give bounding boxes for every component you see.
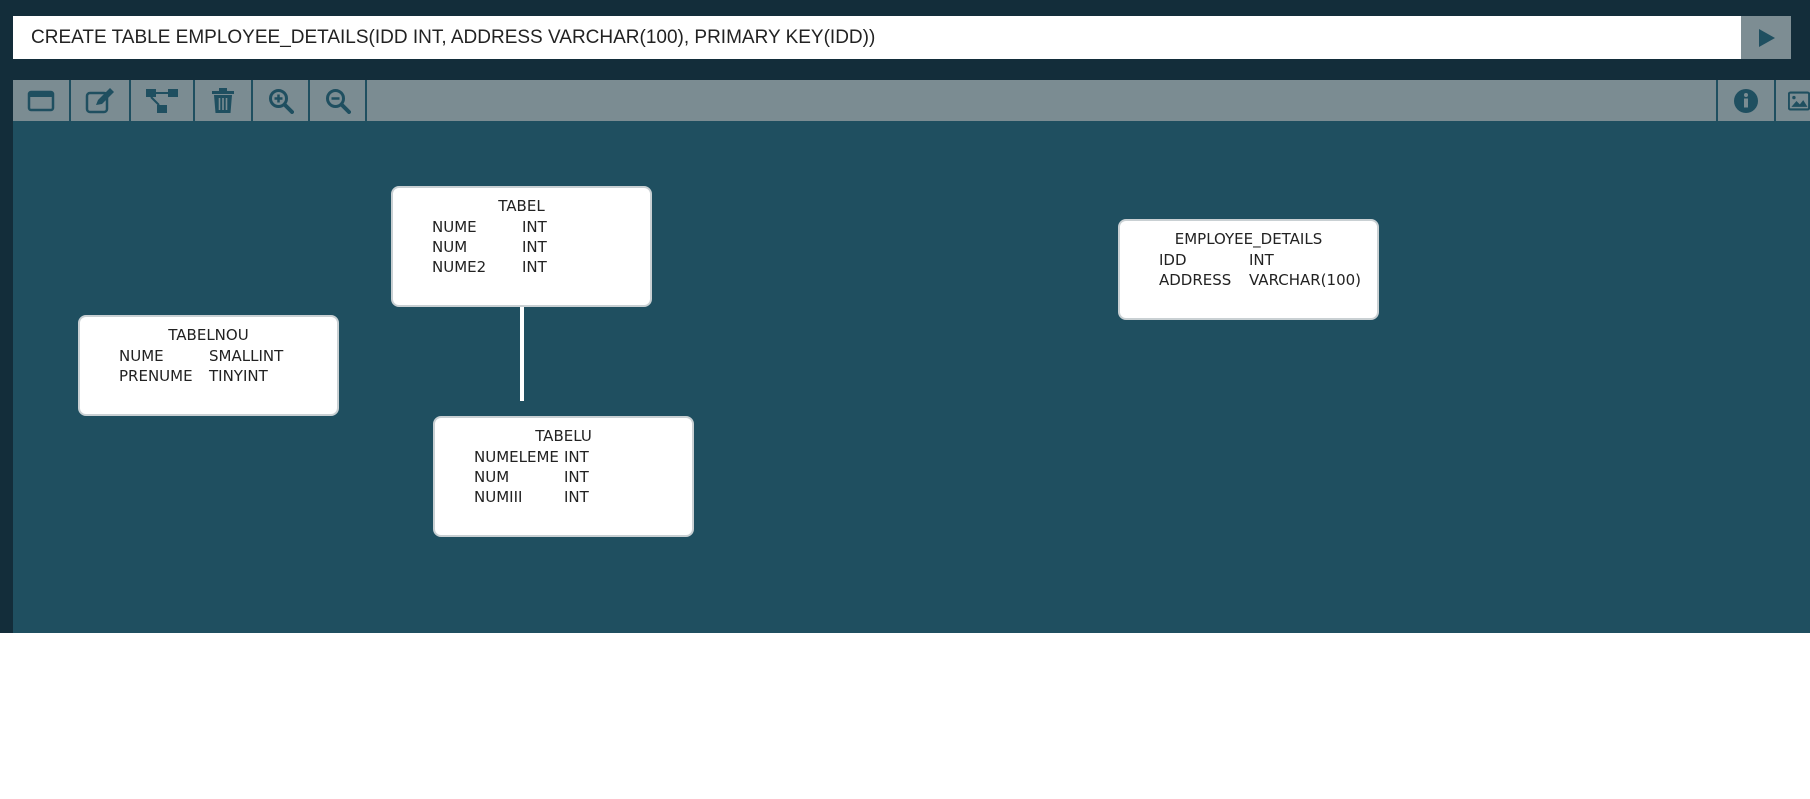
column-type: INT bbox=[564, 448, 589, 466]
image-icon bbox=[1788, 90, 1810, 111]
column-row: NUM INT bbox=[393, 238, 650, 258]
table-title: TABELU bbox=[535, 427, 592, 445]
info-icon bbox=[1734, 88, 1758, 113]
trash-icon bbox=[212, 87, 234, 113]
edit-icon bbox=[85, 87, 114, 113]
column-row: NUM INT bbox=[435, 468, 692, 488]
column-name: NUME bbox=[119, 347, 164, 365]
window-icon bbox=[27, 90, 55, 111]
schema-icon bbox=[146, 88, 178, 113]
zoom-out-icon bbox=[325, 88, 351, 114]
column-row: NUME INT bbox=[393, 218, 650, 238]
column-type: INT bbox=[522, 258, 547, 276]
column-name: NUM bbox=[474, 468, 510, 486]
zoom-out-button[interactable] bbox=[310, 80, 367, 121]
table-title: TABEL bbox=[498, 197, 545, 215]
column-row: NUMELEME INT bbox=[435, 448, 692, 468]
diagram-canvas[interactable]: TABEL NUME INT NUM INT NUME2 INT TABELNOU N… bbox=[13, 121, 1810, 633]
column-row: IDD INT bbox=[1120, 251, 1377, 271]
column-row: NUME2 INT bbox=[393, 258, 650, 278]
new-window-button[interactable] bbox=[13, 80, 71, 121]
sql-query-bar bbox=[13, 16, 1741, 59]
table-title: EMPLOYEE_DETAILS bbox=[1174, 230, 1323, 248]
table-title: TABELNOU bbox=[168, 326, 249, 344]
table-card-tabel[interactable]: TABEL NUME INT NUM INT NUME2 INT bbox=[391, 186, 652, 307]
column-name: NUM bbox=[432, 238, 468, 256]
info-button[interactable] bbox=[1716, 80, 1774, 121]
table-card-employee-details[interactable]: EMPLOYEE_DETAILS IDD INT ADDRESS VARCHAR(1… bbox=[1118, 219, 1379, 320]
column-row: NUME SMALLINT bbox=[80, 347, 337, 367]
column-type: INT bbox=[522, 238, 547, 256]
schema-layout-button[interactable] bbox=[131, 80, 195, 121]
edit-button[interactable] bbox=[71, 80, 131, 121]
column-name: IDD bbox=[1159, 251, 1187, 269]
column-type: SMALLINT bbox=[209, 347, 284, 365]
table-card-tabelnou[interactable]: TABELNOU NUME SMALLINT PRENUME TINYINT bbox=[78, 315, 339, 416]
column-row: PRENUME TINYINT bbox=[80, 367, 337, 387]
column-type: VARCHAR(100) bbox=[1249, 271, 1362, 289]
schema-workspace: TABEL NUME INT NUM INT NUME2 INT TABELNOU N… bbox=[13, 80, 1810, 633]
zoom-in-icon bbox=[268, 88, 294, 114]
table-card-tabelu[interactable]: TABELU NUMELEME INT NUM INT NUMIII INT bbox=[433, 416, 694, 537]
run-query-button[interactable] bbox=[1741, 16, 1791, 59]
sql-query-input[interactable] bbox=[13, 16, 1741, 59]
export-image-button[interactable] bbox=[1774, 80, 1810, 121]
column-type: INT bbox=[564, 488, 589, 506]
column-name: NUMELEME bbox=[474, 448, 559, 466]
column-name: NUME2 bbox=[432, 258, 487, 276]
column-name: PRENUME bbox=[119, 367, 193, 385]
zoom-in-button[interactable] bbox=[253, 80, 310, 121]
column-type: INT bbox=[564, 468, 589, 486]
column-name: NUME bbox=[432, 218, 477, 236]
toolbar bbox=[13, 80, 1810, 121]
delete-button[interactable] bbox=[195, 80, 253, 121]
column-name: NUMIII bbox=[474, 488, 523, 506]
column-name: ADDRESS bbox=[1159, 271, 1232, 289]
column-row: NUMIII INT bbox=[435, 488, 692, 508]
column-row: ADDRESS VARCHAR(100) bbox=[1120, 271, 1377, 291]
column-type: TINYINT bbox=[209, 367, 268, 385]
column-type: INT bbox=[1249, 251, 1274, 269]
column-type: INT bbox=[522, 218, 547, 236]
relation-line bbox=[520, 306, 524, 401]
play-icon bbox=[1759, 28, 1775, 47]
